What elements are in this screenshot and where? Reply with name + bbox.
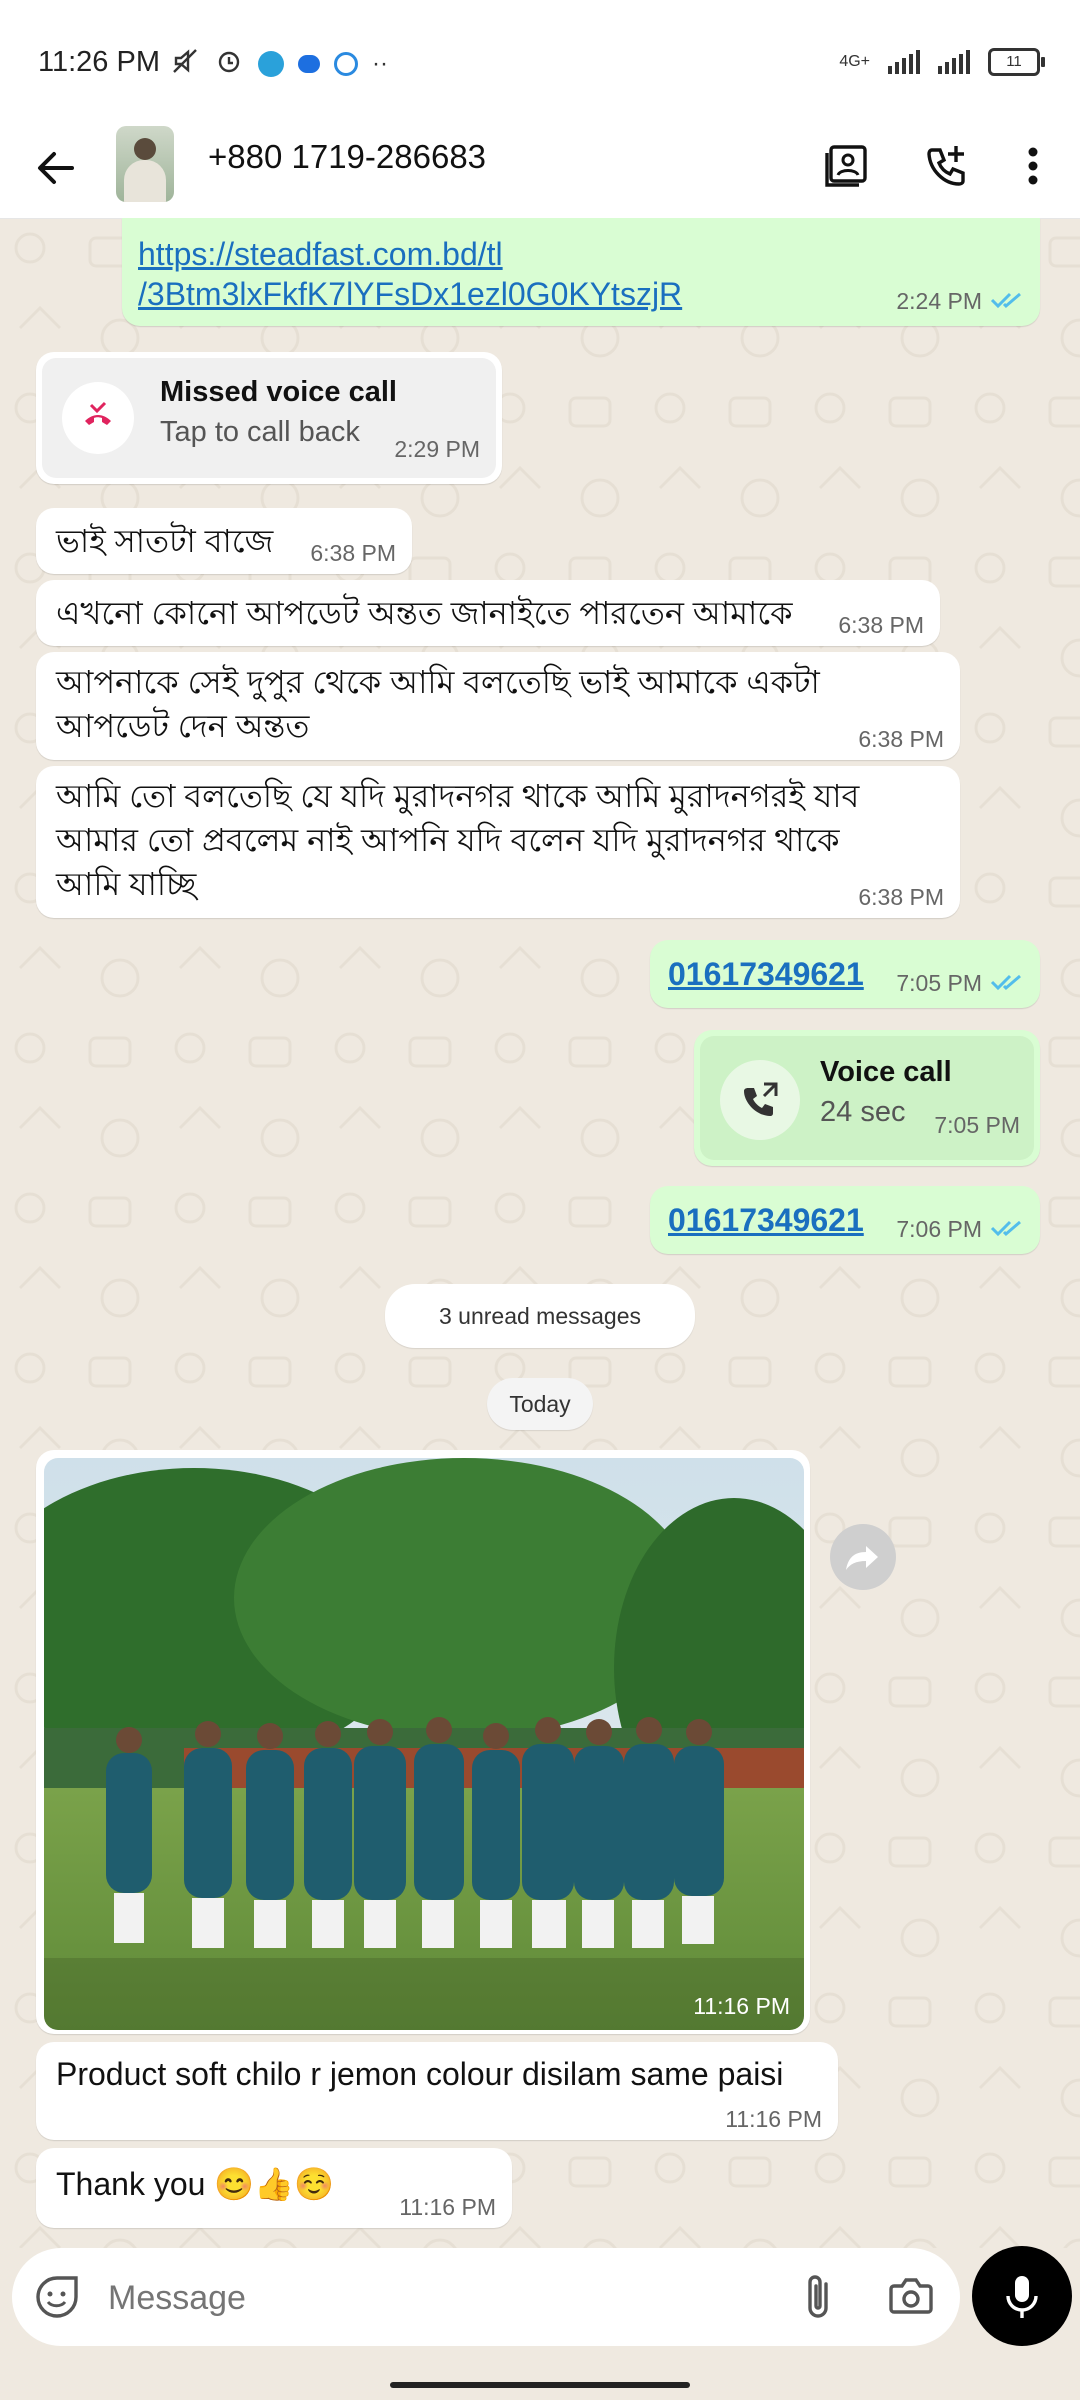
message-text-line-3: আমি যাচ্ছি xyxy=(56,866,197,902)
message-input[interactable] xyxy=(106,2270,770,2326)
missed-call-bubble[interactable]: Missed voice call Tap to call back 2:29 … xyxy=(36,352,502,484)
message-text-line-2: আমার তো প্রবলেম নাই আপনি যদি বলেন যদি মু… xyxy=(56,822,840,858)
date-separator: Today xyxy=(487,1378,593,1430)
message-bubble[interactable]: আমি তো বলতেছি যে যদি মুরাদনগর থাকে আমি ম… xyxy=(36,766,960,918)
read-ticks-icon xyxy=(990,971,1024,998)
message-bubble[interactable]: আপনাকে সেই দুপুর থেকে আমি বলতেছি ভাই আমা… xyxy=(36,652,960,760)
system-indicators: 4G+ 11 xyxy=(839,48,1045,76)
camera-icon[interactable] xyxy=(888,2274,934,2323)
message-text-line-1: আমি তো বলতেছি যে যদি মুরাদনগর থাকে আমি ম… xyxy=(56,778,860,814)
message-time: 6:38 PM xyxy=(838,612,924,638)
signal-icon xyxy=(888,50,920,74)
message-time: 6:38 PM xyxy=(310,540,396,566)
unread-messages-banner: 3 unread messages xyxy=(385,1284,695,1348)
message-bubble[interactable]: এখনো কোনো আপডেট অন্তত জানাইতে পারতেন আমা… xyxy=(36,580,940,646)
message-time: 6:38 PM xyxy=(858,884,944,910)
message-phone-number[interactable]: 01617349621 7:06 PM xyxy=(650,1186,1040,1254)
message-link[interactable]: https://steadfast.com.bd/tl /3Btm3lxFkfK… xyxy=(122,218,1040,326)
voice-call-title: Voice call xyxy=(820,1056,952,1088)
message-time: 6:38 PM xyxy=(858,726,944,752)
message-text: Thank you 😊👍☺️ xyxy=(56,2166,334,2202)
message-time: 11:16 PM xyxy=(725,2106,822,2132)
sticker-icon[interactable] xyxy=(34,2274,80,2325)
back-arrow-icon[interactable] xyxy=(28,140,84,196)
message-time: 7:05 PM xyxy=(896,970,1024,998)
messenger-icon xyxy=(298,54,320,73)
telegram-icon xyxy=(258,50,284,77)
forward-icon[interactable] xyxy=(830,1524,896,1590)
missed-call-title: Missed voice call xyxy=(160,376,397,408)
voice-call-duration: 24 sec xyxy=(820,1096,906,1128)
message-text: Product soft chilo r jemon colour disila… xyxy=(56,2056,784,2092)
status-time: 11:26 PM xyxy=(38,46,160,78)
message-time: 11:16 PM xyxy=(399,2194,496,2220)
read-ticks-icon xyxy=(990,1217,1024,1244)
message-bubble[interactable]: Thank you 😊👍☺️ 11:16 PM xyxy=(36,2148,512,2228)
more-notifications-icon: ·· xyxy=(372,49,388,77)
signal-2-icon xyxy=(938,50,970,74)
home-indicator[interactable] xyxy=(390,2382,690,2388)
notification-icons: ·· xyxy=(170,46,388,81)
phone-number-link[interactable]: 01617349621 xyxy=(668,952,864,996)
composer-bar xyxy=(0,2246,1080,2400)
message-time: 7:05 PM xyxy=(934,1112,1020,1138)
battery-icon: 11 xyxy=(988,48,1045,76)
message-bubble[interactable]: Product soft chilo r jemon colour disila… xyxy=(36,2042,838,2140)
outgoing-call-icon xyxy=(720,1060,800,1140)
group-photo[interactable]: 11:16 PM xyxy=(44,1458,804,2030)
missed-call-icon xyxy=(62,382,134,454)
photo-time: 11:16 PM xyxy=(693,1993,790,2019)
message-text: এখনো কোনো আপডেট অন্তত জানাইতে পারতেন আমা… xyxy=(56,595,793,631)
message-phone-number[interactable]: 01617349621 7:05 PM xyxy=(650,940,1040,1008)
message-input-container[interactable] xyxy=(12,2248,960,2346)
message-time: 2:24 PM xyxy=(896,288,1024,316)
alarm-icon xyxy=(214,46,244,81)
more-options-icon[interactable] xyxy=(1005,136,1061,196)
add-call-icon[interactable] xyxy=(918,136,978,196)
message-text-line-2: আপডেট দেন অন্তত xyxy=(56,708,310,744)
microphone-icon xyxy=(1006,2276,1038,2318)
photo-message[interactable]: 11:16 PM xyxy=(36,1450,810,2034)
app-icon xyxy=(334,51,358,76)
message-time: 2:29 PM xyxy=(394,436,480,462)
read-ticks-icon xyxy=(990,289,1024,316)
message-text: ভাই সাতটা বাজে xyxy=(56,523,274,559)
message-time: 7:06 PM xyxy=(896,1216,1024,1244)
chat-header: +880 1719-286683 xyxy=(0,118,1080,219)
missed-call-subtitle[interactable]: Tap to call back xyxy=(160,416,360,449)
contact-avatar[interactable] xyxy=(116,126,174,202)
phone-number-link[interactable]: 01617349621 xyxy=(668,1198,864,1242)
network-type: 4G+ xyxy=(839,53,870,70)
attach-icon[interactable] xyxy=(798,2272,838,2327)
status-bar: 11:26 PM ·· 4G+ 11 xyxy=(0,0,1080,118)
message-text-line-1: আপনাকে সেই দুপুর থেকে আমি বলতেছি ভাই আমা… xyxy=(56,664,820,700)
voice-call-bubble[interactable]: Voice call 24 sec 7:05 PM xyxy=(694,1030,1040,1166)
contact-card-icon[interactable] xyxy=(818,136,878,196)
link-text-line-2[interactable]: /3Btm3lxFkfK7lYFsDx1ezl0G0KYtszjR xyxy=(138,272,682,316)
contact-name[interactable]: +880 1719-286683 xyxy=(208,138,486,176)
link-text-line-1[interactable]: https://steadfast.com.bd/tl xyxy=(138,232,503,276)
message-bubble[interactable]: ভাই সাতটা বাজে 6:38 PM xyxy=(36,508,412,574)
voice-record-button[interactable] xyxy=(972,2246,1072,2346)
mute-icon xyxy=(170,46,200,81)
